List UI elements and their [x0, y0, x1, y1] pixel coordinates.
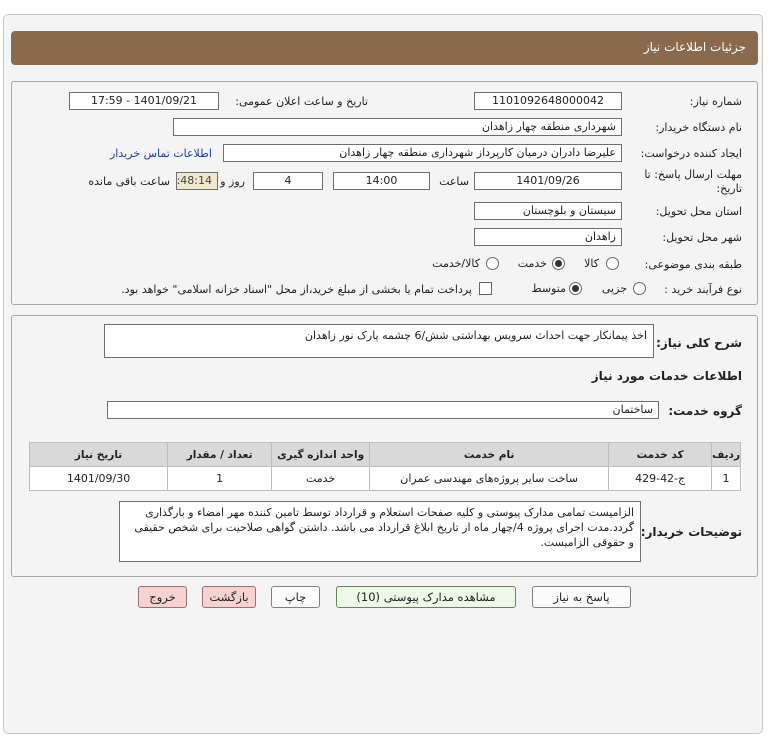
- announce-datetime-field: 1401/09/21 - 17:59: [69, 92, 219, 110]
- cell-name: ساخت سایر پروژه‌های مهندسی عمران: [369, 466, 610, 491]
- cell-row: 1: [711, 466, 741, 491]
- days-label: روز و: [220, 175, 245, 188]
- cell-qty: 1: [167, 466, 273, 491]
- need-number-field: 1101092648000042: [474, 92, 622, 110]
- cell-code: ج-42-429: [608, 466, 713, 491]
- category-goods-service-label: کالا/خدمت: [432, 257, 480, 270]
- process-minor-label: جزیی: [601, 282, 627, 295]
- process-medium-radio[interactable]: [569, 282, 582, 295]
- creator-label: ایجاد کننده درخواست:: [640, 147, 742, 160]
- attachments-button[interactable]: مشاهده مدارک پیوستی (10): [336, 586, 516, 608]
- treasury-note: پرداخت تمام یا بخشی از مبلغ خرید،از محل …: [121, 283, 472, 296]
- summary-label: شرح کلی نیاز:: [656, 336, 742, 350]
- service-group-field: ساختمان: [107, 401, 659, 419]
- print-button[interactable]: چاپ: [271, 586, 320, 608]
- col-row-header: ردیف: [711, 442, 741, 467]
- reply-button[interactable]: پاسخ به نیاز: [532, 586, 631, 608]
- back-button[interactable]: بازگشت: [202, 586, 256, 608]
- services-section-title: اطلاعات خدمات مورد نیاز: [591, 369, 742, 383]
- remaining-time-label: ساعت باقی مانده: [88, 175, 170, 188]
- cell-unit: خدمت: [271, 466, 371, 491]
- buyer-notes-label: توضیحات خریدار:: [640, 525, 742, 539]
- col-name-header: نام خدمت: [369, 442, 610, 467]
- category-label: طبقه بندی موضوعی:: [644, 258, 742, 271]
- col-date-header: تاریخ نیاز: [28, 442, 169, 467]
- category-goods-label: کالا: [584, 257, 599, 270]
- process-label: نوع فرآیند خرید :: [664, 283, 742, 296]
- table-row: 1 ج-42-429 ساخت سایر پروژه‌های مهندسی عم…: [28, 466, 741, 491]
- exit-button[interactable]: خروج: [138, 586, 187, 608]
- remaining-time-field: 07:48:14: [176, 172, 218, 190]
- buyer-contact-link[interactable]: اطلاعات تماس خریدار: [110, 147, 212, 160]
- deadline-date-field: 1401/09/26: [474, 172, 622, 190]
- creator-field: علیرضا دادران درمیان کارپرداز شهرداری من…: [223, 144, 622, 162]
- deadline-time-field: 14:00: [333, 172, 430, 190]
- service-group-label: گروه خدمت:: [668, 404, 742, 418]
- process-medium-label: متوسط: [531, 282, 566, 295]
- buyer-org-field: شهرداری منطقه چهار زاهدان: [173, 118, 622, 136]
- remaining-days-field: 4: [253, 172, 323, 190]
- process-minor-radio[interactable]: [633, 282, 646, 295]
- cell-date: 1401/09/30: [28, 466, 169, 491]
- page-header: جزئیات اطلاعات نیاز: [11, 31, 758, 65]
- category-goods-service-radio[interactable]: [486, 257, 499, 270]
- province-label: استان محل تحویل:: [655, 205, 742, 218]
- category-service-label: خدمت: [517, 257, 547, 270]
- col-qty-header: تعداد / مقدار: [167, 442, 273, 467]
- table-header-row: ردیف کد خدمت نام خدمت واحد اندازه گیری ت…: [28, 442, 741, 467]
- city-label: شهر محل تحویل:: [662, 231, 742, 244]
- announce-label: تاریخ و ساعت اعلان عمومی:: [235, 95, 368, 108]
- buyer-org-label: نام دستگاه خریدار:: [655, 121, 742, 134]
- category-goods-radio[interactable]: [606, 257, 619, 270]
- services-table: ردیف کد خدمت نام خدمت واحد اندازه گیری ت…: [28, 442, 741, 491]
- buyer-notes-field: الزامیست تمامی مدارک پیوستی و کلیه صفحات…: [119, 501, 641, 562]
- page-title: جزئیات اطلاعات نیاز: [643, 40, 746, 54]
- deadline-time-label: ساعت: [439, 175, 469, 188]
- summary-field: اخذ پیمانکار جهت احداث سرویس بهداشتی شش/…: [104, 324, 654, 358]
- city-field: زاهدان: [474, 228, 622, 246]
- deadline-label: مهلت ارسال پاسخ: تا تاریخ:: [644, 168, 742, 195]
- province-field: سیستان و بلوچستان: [474, 202, 622, 220]
- category-service-radio[interactable]: [552, 257, 565, 270]
- need-number-label: شماره نیاز:: [689, 95, 742, 108]
- col-unit-header: واحد اندازه گیری: [271, 442, 371, 467]
- col-code-header: کد خدمت: [608, 442, 713, 467]
- treasury-checkbox[interactable]: [479, 282, 492, 295]
